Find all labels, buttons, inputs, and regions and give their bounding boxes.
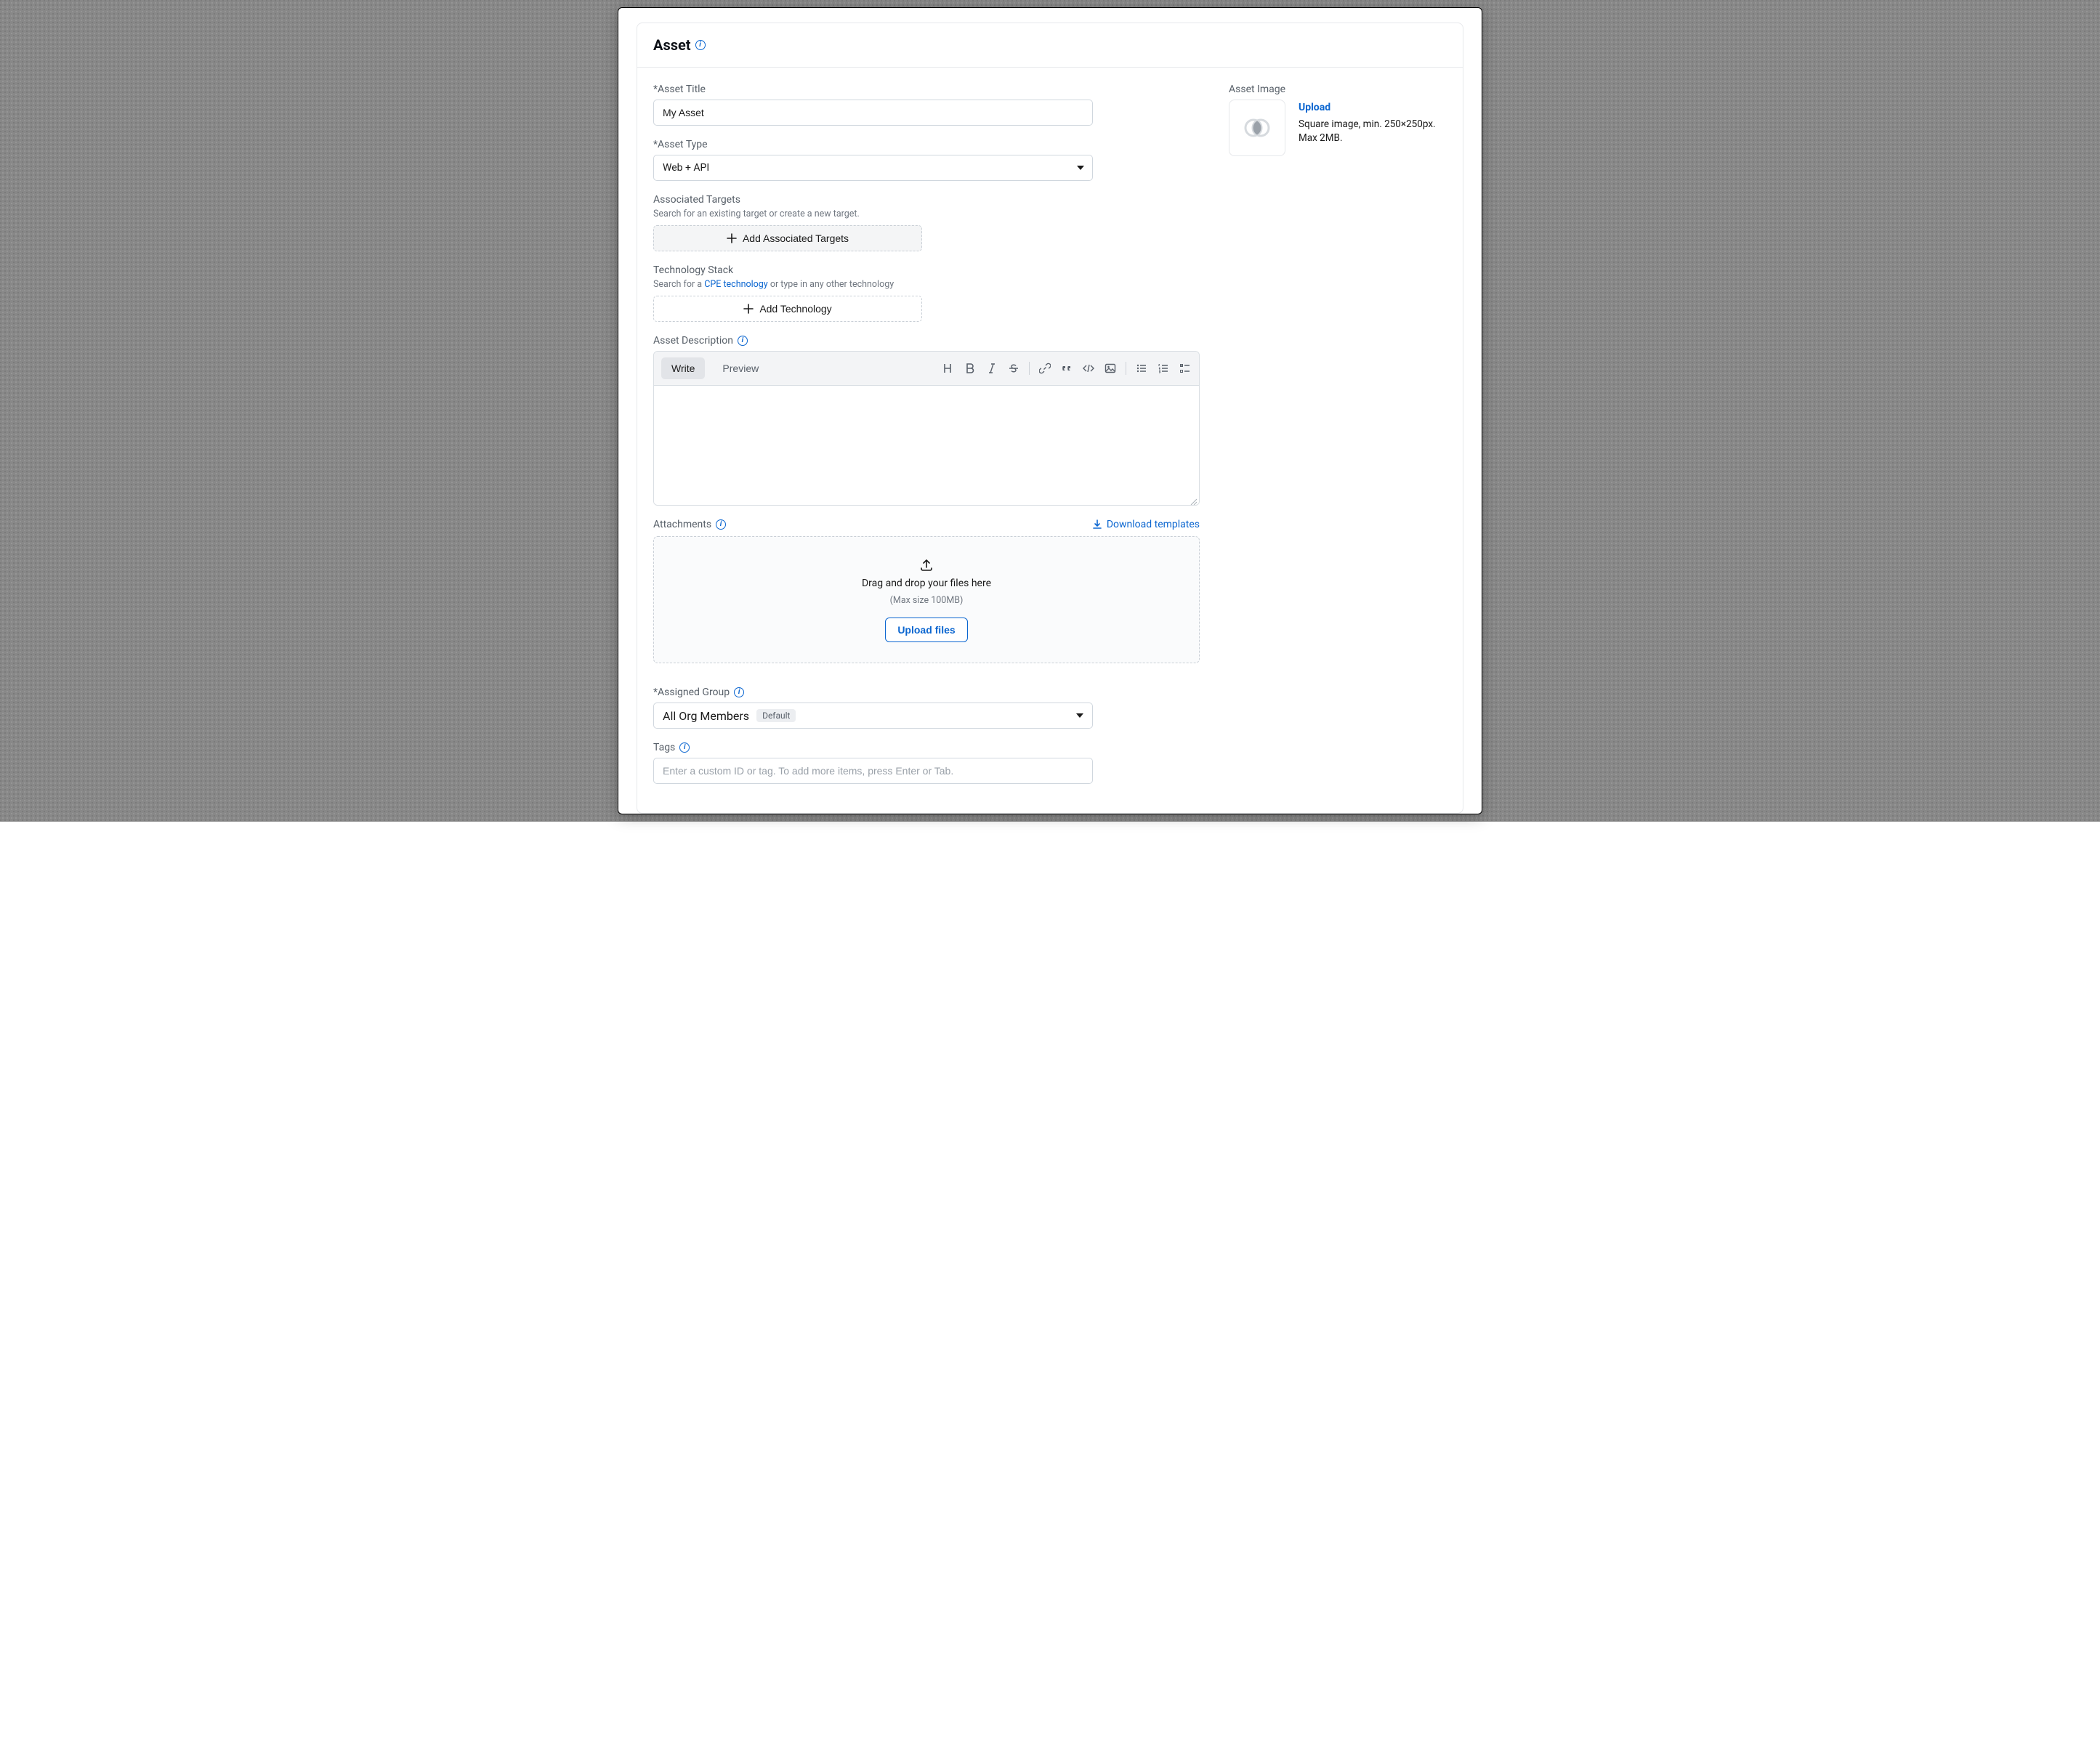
attachments-label: Attachments: [653, 519, 711, 530]
heading-icon[interactable]: [942, 362, 955, 375]
strikethrough-icon[interactable]: [1007, 362, 1020, 375]
bullet-list-icon[interactable]: [1135, 362, 1148, 375]
info-icon[interactable]: i: [695, 40, 706, 50]
asset-image-upload-link[interactable]: Upload: [1299, 102, 1330, 113]
asset-image-label: Asset Image: [1229, 84, 1447, 95]
technology-stack-help: Search for a CPE technology or type in a…: [653, 279, 1200, 290]
asset-title-input[interactable]: [653, 100, 1093, 126]
toolbar-separator: [1029, 362, 1030, 375]
code-icon[interactable]: [1082, 362, 1095, 375]
dropzone-sub-text: (Max size 100MB): [890, 595, 964, 606]
download-templates-link[interactable]: Download templates: [1092, 519, 1200, 530]
assigned-group-select[interactable]: All Org Members Default: [653, 703, 1093, 729]
asset-description-label: Asset Description: [653, 335, 733, 347]
assigned-group-value: All Org Members: [663, 709, 749, 723]
image-icon[interactable]: [1104, 362, 1117, 375]
info-icon[interactable]: i: [734, 687, 744, 697]
dropzone-main-text: Drag and drop your files here: [862, 578, 991, 589]
window: Asset i *Asset Title *Asset Type Web + A…: [618, 7, 1482, 814]
add-associated-targets-label: Add Associated Targets: [743, 232, 849, 244]
asset-image-help: Square image, min. 250×250px. Max 2MB.: [1299, 118, 1436, 145]
italic-icon[interactable]: [985, 362, 998, 375]
asset-type-select[interactable]: Web + API: [653, 155, 1093, 181]
add-technology-button[interactable]: Add Technology: [653, 296, 922, 322]
card-header: Asset i: [637, 23, 1463, 68]
link-icon[interactable]: [1038, 362, 1051, 375]
card-body: *Asset Title *Asset Type Web + API: [637, 68, 1463, 813]
associated-targets-label: Associated Targets: [653, 194, 1200, 206]
asset-card: Asset i *Asset Title *Asset Type Web + A…: [637, 23, 1463, 814]
checklist-icon[interactable]: [1179, 362, 1192, 375]
asset-image-thumbnail: [1229, 100, 1285, 156]
asset-title-label: *Asset Title: [653, 84, 1200, 95]
info-icon[interactable]: i: [738, 336, 748, 346]
asset-type-value: Web + API: [663, 162, 709, 174]
editor-tab-preview[interactable]: Preview: [712, 357, 769, 379]
info-icon[interactable]: i: [716, 519, 726, 530]
info-icon[interactable]: i: [679, 742, 690, 753]
technology-stack-label: Technology Stack: [653, 264, 1200, 276]
add-associated-targets-button[interactable]: Add Associated Targets: [653, 225, 922, 251]
add-technology-label: Add Technology: [759, 303, 831, 315]
tags-input[interactable]: [653, 758, 1093, 784]
numbered-list-icon[interactable]: [1157, 362, 1170, 375]
description-editor: Write Preview: [653, 351, 1200, 506]
download-icon: [1092, 519, 1102, 530]
upload-icon: [919, 557, 934, 572]
assigned-group-label: *Assigned Group: [653, 687, 730, 698]
editor-toolbar-icons: [942, 362, 1192, 375]
bold-icon[interactable]: [964, 362, 977, 375]
attachments-dropzone[interactable]: Drag and drop your files here (Max size …: [653, 536, 1200, 663]
default-badge: Default: [756, 709, 796, 722]
plus-icon: [743, 304, 754, 314]
asset-type-label: *Asset Type: [653, 139, 1200, 150]
plus-icon: [727, 233, 737, 243]
venn-placeholder-icon: [1243, 114, 1271, 142]
tags-label: Tags: [653, 742, 675, 753]
quote-icon[interactable]: [1060, 362, 1073, 375]
caret-down-icon: [1076, 713, 1083, 718]
description-textarea[interactable]: [654, 386, 1199, 502]
cpe-technology-link[interactable]: CPE technology: [704, 279, 768, 290]
resize-handle-icon[interactable]: [1189, 495, 1198, 503]
editor-tab-write[interactable]: Write: [661, 357, 705, 379]
page-title: Asset: [653, 36, 691, 54]
associated-targets-help: Search for an existing target or create …: [653, 209, 1200, 219]
upload-files-button[interactable]: Upload files: [885, 618, 967, 642]
